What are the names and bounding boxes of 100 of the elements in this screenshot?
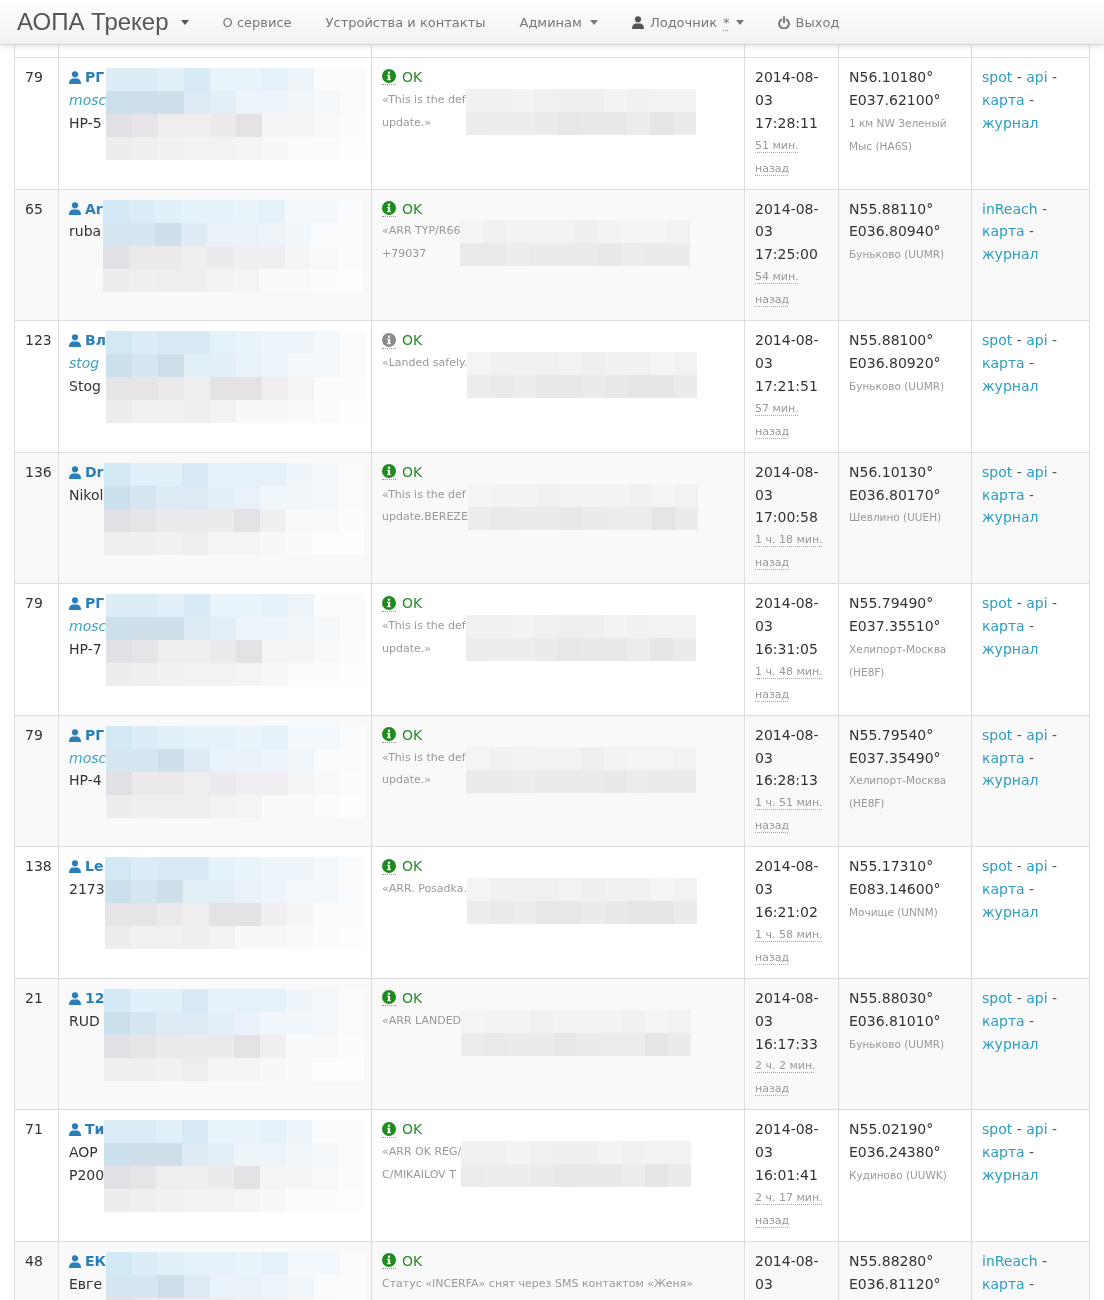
pilot-name-link[interactable]: Вл [69, 329, 106, 352]
row-link[interactable]: spot [982, 595, 1013, 612]
status-text: OK [402, 594, 423, 614]
row-link[interactable]: api [1026, 595, 1048, 612]
user-icon [69, 1123, 81, 1137]
message-text: «This is the def [382, 91, 466, 108]
separator-text: - [1016, 858, 1022, 875]
row-link[interactable]: журнал [982, 772, 1039, 789]
row-link[interactable]: api [1026, 69, 1048, 85]
row-link[interactable]: spot [982, 69, 1013, 85]
separator-text: - [1042, 1252, 1048, 1269]
row-link[interactable]: журнал [982, 1035, 1039, 1052]
pilot-name-link[interactable]: Ти [69, 1118, 105, 1142]
row-link[interactable]: api [1026, 726, 1048, 743]
row-link[interactable]: spot [982, 989, 1013, 1006]
row-link[interactable]: api [1026, 463, 1048, 480]
row-number: 79 [25, 725, 43, 745]
pilot-name-link[interactable]: РГ [69, 592, 105, 616]
row-link[interactable]: карта [982, 1144, 1025, 1161]
nav-dropdown[interactable]: Админам [502, 0, 615, 44]
pilot-name-link[interactable]: ЕК [69, 1249, 106, 1273]
row-link[interactable]: карта [982, 881, 1025, 898]
row-link[interactable]: журнал [982, 509, 1039, 526]
nav-link[interactable]: Устройства и контакты [308, 0, 503, 44]
row-link[interactable]: карта [982, 486, 1025, 503]
separator-text: - [1052, 595, 1058, 612]
device-link[interactable]: stog [69, 351, 100, 375]
row-link[interactable]: inReach [982, 200, 1038, 217]
user-icon [69, 1254, 81, 1268]
pilot-name-link[interactable]: РГ [69, 723, 105, 747]
row-link[interactable]: spot [982, 1121, 1013, 1138]
row-link[interactable]: журнал [982, 246, 1039, 263]
pilot-name-link[interactable]: РГ [69, 66, 105, 89]
row-link[interactable]: карта [982, 223, 1025, 240]
status-text: OK [402, 1120, 423, 1140]
separator-text: - [1016, 726, 1022, 743]
message-text: «ARR OK REG/ [382, 1144, 462, 1161]
row-link[interactable]: журнал [982, 377, 1039, 394]
row-link[interactable]: журнал [982, 114, 1039, 131]
row-link[interactable]: api [1026, 858, 1048, 875]
caret-icon [180, 19, 189, 25]
pilot-name-link[interactable]: 12 [69, 986, 105, 1010]
row-link[interactable]: карта [982, 749, 1025, 766]
message-text: «ARR TYP/R66 [382, 223, 461, 240]
device-link[interactable]: mosc [69, 746, 107, 770]
device-link[interactable]: mosc [69, 615, 107, 638]
row-number: 136 [25, 462, 52, 482]
pilot-name-link[interactable]: Le [69, 855, 104, 879]
row-link[interactable]: api [1026, 989, 1048, 1006]
row-link[interactable]: spot [982, 858, 1013, 875]
row-link[interactable]: api [1026, 332, 1048, 349]
row-number: 123 [25, 331, 52, 351]
time-ago-text: 1 ч. 58 мин. назад [755, 927, 823, 964]
longitude-text: E036.81010° [849, 1011, 941, 1031]
aircraft-text: ruba [69, 222, 102, 242]
row-link[interactable]: spot [982, 332, 1013, 349]
separator-text: - [1016, 332, 1022, 349]
row-link[interactable]: spot [982, 463, 1013, 480]
pilot-name-link[interactable]: Ar [69, 197, 103, 221]
place-text: 1 км NW Зеленый Мыс (HA6S) [849, 116, 947, 152]
timestamp-text: 2014-08-03 17:00:58 [755, 463, 819, 526]
separator-text: - [1016, 1121, 1022, 1138]
row-link[interactable]: карта [982, 1275, 1025, 1292]
message-text: Статус «INCERFA» снят через SMS контактом «Женя» [382, 1275, 694, 1292]
brand-dropdown[interactable]: АОПА Трекер [17, 8, 189, 36]
row-link[interactable]: карта [982, 91, 1025, 108]
user-menu[interactable]: Лодочник * [614, 0, 761, 44]
row-link[interactable]: журнал [982, 904, 1039, 920]
row-link[interactable]: журнал [982, 1167, 1039, 1184]
pilot-name-link[interactable]: Dr [69, 460, 104, 484]
row-link[interactable]: журнал [982, 640, 1039, 657]
row-number: 48 [25, 1251, 43, 1271]
longitude-text: E037.62100° [849, 90, 941, 110]
latitude-text: N55.88280° [849, 1251, 934, 1271]
row-number: 71 [25, 1120, 43, 1140]
message-text: update.BEREZE [382, 509, 468, 526]
logout-link[interactable]: Выход [760, 0, 857, 44]
latitude-text: N56.10180° [849, 68, 934, 87]
row-number: 21 [25, 988, 43, 1008]
latitude-text: N56.10130° [849, 462, 934, 482]
row-link[interactable]: api [1026, 1121, 1048, 1138]
timestamp-text: 2014-08-03 16:17:33 [755, 989, 819, 1052]
message-text: «This is the def [382, 486, 466, 503]
separator-text: - [1029, 1144, 1035, 1161]
user-icon [69, 860, 81, 874]
device-link[interactable]: mosc [69, 88, 107, 112]
user-icon [69, 597, 81, 611]
status-text: OK [402, 1251, 423, 1271]
row-link[interactable]: карта [982, 1012, 1025, 1029]
row-link[interactable]: spot [982, 726, 1013, 743]
separator-text: - [1052, 726, 1058, 743]
message-text: update.» [382, 772, 431, 789]
status-text: OK [402, 199, 423, 219]
row-link[interactable]: карта [982, 618, 1025, 635]
row-link[interactable]: карта [982, 354, 1025, 371]
place-text: Буньково (UUMR) [849, 1037, 945, 1050]
row-link[interactable]: inReach [982, 1252, 1038, 1269]
nav-link[interactable]: О сервисе [205, 0, 309, 44]
separator-text: - [1052, 332, 1058, 349]
separator-text: - [1052, 989, 1058, 1006]
